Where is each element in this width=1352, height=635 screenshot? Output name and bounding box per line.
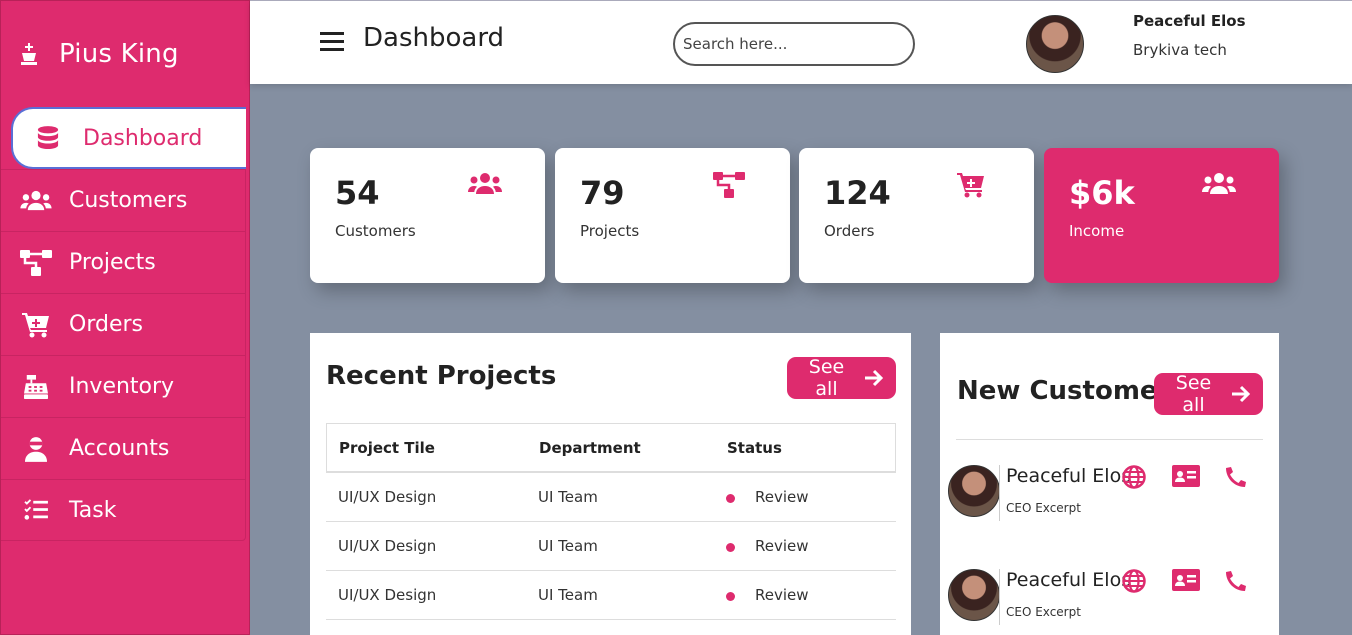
top-header: Dashboard Peaceful Elos Brykiva tech (250, 0, 1352, 84)
database-icon (31, 126, 65, 150)
status-dot-icon (726, 494, 735, 503)
new-customer-title: New Customer (957, 376, 1171, 406)
divider (999, 569, 1000, 625)
sidebar-item-label: Projects (69, 250, 156, 275)
brand[interactable]: Pius King (17, 37, 179, 71)
department-cell: UI Team (538, 488, 598, 506)
search-input[interactable] (673, 22, 915, 66)
page-title: Dashboard (363, 23, 505, 53)
project-cell: UI/UX Design (338, 537, 437, 555)
phone-icon[interactable] (1224, 569, 1250, 593)
status-text: Review (755, 586, 809, 604)
divider (956, 439, 1263, 440)
status-text: Review (755, 488, 809, 506)
arrow-right-icon (1231, 385, 1251, 403)
table-row[interactable]: UI/UX Design UI Team Review (326, 571, 896, 620)
hamburger-menu-icon[interactable] (319, 29, 345, 53)
user-secret-icon (19, 436, 53, 462)
new-customer-panel: New Customer See all Peaceful Elos CEO E… (940, 333, 1279, 635)
sidebar-item-label: Customers (69, 188, 188, 213)
department-cell: UI Team (538, 586, 598, 604)
cart-plus-icon (957, 172, 991, 200)
column-header[interactable]: Status (721, 439, 895, 457)
sitemap-icon (19, 249, 53, 276)
column-header[interactable]: Project Tile (327, 439, 527, 457)
user-org: Brykiva tech (1133, 41, 1227, 59)
avatar (948, 569, 1000, 621)
sidebar-item-customers[interactable]: Customers (1, 169, 246, 231)
tasks-icon (19, 499, 53, 521)
status-text: Review (755, 537, 809, 555)
table-header: Project Tile Department Status (326, 423, 896, 473)
sidebar-item-label: Orders (69, 312, 143, 337)
card-value: 54 (335, 174, 380, 212)
sidebar-nav: Dashboard Customers Projects Orders Inve… (1, 107, 246, 541)
project-cell: UI/UX Design (338, 586, 437, 604)
sidebar-item-label: Inventory (69, 374, 175, 399)
globe-icon[interactable] (1122, 569, 1148, 593)
customer-role: CEO Excerpt (1006, 501, 1081, 515)
sidebar-item-dashboard[interactable]: Dashboard (11, 107, 246, 169)
arrow-right-icon (864, 369, 884, 387)
recent-projects-panel: Recent Projects See all Project Tile Dep… (310, 333, 911, 635)
users-icon (19, 190, 53, 212)
see-all-label: See all (808, 356, 845, 400)
customer-role: CEO Excerpt (1006, 605, 1081, 619)
user-name: Peaceful Elos (1133, 12, 1246, 30)
users-icon (468, 172, 502, 200)
card-customers[interactable]: 54 Customers (310, 148, 545, 283)
card-label: Orders (824, 222, 875, 240)
see-all-label: See all (1175, 372, 1212, 416)
recent-projects-title: Recent Projects (326, 361, 557, 391)
status-dot-icon (726, 592, 735, 601)
card-orders[interactable]: 124 Orders (799, 148, 1034, 283)
card-label: Projects (580, 222, 640, 240)
sidebar-item-orders[interactable]: Orders (1, 293, 246, 355)
sidebar-item-label: Task (69, 497, 117, 523)
sidebar: Pius King Dashboard Customers Projects O… (0, 0, 250, 635)
avatar[interactable] (1026, 15, 1084, 73)
project-cell: UI/UX Design (338, 488, 437, 506)
users-icon (1202, 172, 1236, 200)
id-card-icon[interactable] (1172, 569, 1200, 593)
status-cell: Review (720, 488, 896, 506)
sidebar-item-label: Dashboard (83, 125, 203, 151)
sidebar-item-projects[interactable]: Projects (1, 231, 246, 293)
chess-king-icon (17, 42, 41, 66)
cash-register-icon (19, 374, 53, 399)
customer-name: Peaceful Elos (1006, 465, 1132, 487)
see-all-projects-button[interactable]: See all (787, 356, 896, 400)
projects-table: Project Tile Department Status UI/UX Des… (326, 423, 896, 620)
sitemap-icon (713, 172, 747, 200)
card-value: $6k (1069, 174, 1135, 212)
status-cell: Review (720, 586, 896, 604)
avatar (948, 465, 1000, 517)
column-header[interactable]: Department (527, 439, 721, 457)
customer-name: Peaceful Elos (1006, 569, 1132, 591)
globe-icon[interactable] (1122, 465, 1148, 489)
sidebar-item-task[interactable]: Task (1, 479, 246, 541)
id-card-icon[interactable] (1172, 465, 1200, 489)
card-value: 79 (580, 174, 625, 212)
cart-plus-icon (19, 312, 53, 338)
table-row[interactable]: UI/UX Design UI Team Review (326, 473, 896, 522)
see-all-customers-button[interactable]: See all (1154, 372, 1263, 416)
customer-item[interactable]: Peaceful Elos CEO Excerpt (948, 465, 1268, 525)
status-dot-icon (726, 543, 735, 552)
customer-item[interactable]: Peaceful Elos CEO Excerpt (948, 569, 1268, 629)
card-projects[interactable]: 79 Projects (555, 148, 790, 283)
sidebar-item-inventory[interactable]: Inventory (1, 355, 246, 417)
divider (999, 465, 1000, 521)
card-income[interactable]: $6k Income (1044, 148, 1279, 283)
table-row[interactable]: UI/UX Design UI Team Review (326, 522, 896, 571)
phone-icon[interactable] (1224, 465, 1250, 489)
brand-name: Pius King (59, 39, 179, 69)
card-label: Customers (335, 222, 416, 240)
card-label: Income (1069, 222, 1125, 240)
card-value: 124 (824, 174, 891, 212)
sidebar-item-accounts[interactable]: Accounts (1, 417, 246, 479)
department-cell: UI Team (538, 537, 598, 555)
sidebar-item-label: Accounts (69, 436, 170, 461)
status-cell: Review (720, 537, 896, 555)
